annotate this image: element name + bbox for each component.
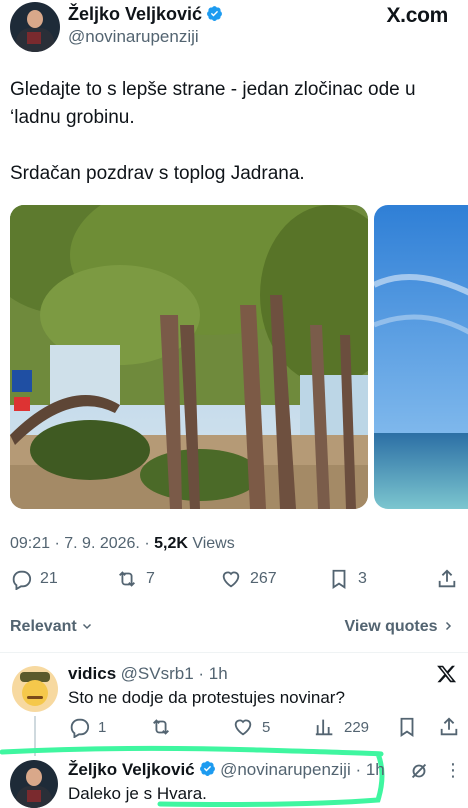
reply-1-like-count: 5: [262, 718, 271, 736]
repost-icon: [119, 571, 135, 587]
reply-1-like-button[interactable]: 5: [232, 716, 270, 738]
like-count: 267: [250, 570, 277, 587]
reply-1-reply-count: 1: [98, 718, 107, 736]
share-button[interactable]: [436, 568, 458, 590]
reply-1-repost-button[interactable]: [150, 716, 172, 738]
sea-image: [374, 205, 468, 509]
tweet-text-line1: Gledajte to s lepše strane - jedan zloči…: [10, 79, 416, 128]
heart-icon: [234, 719, 252, 736]
bookmark-count: 3: [358, 570, 367, 587]
share-icon: [438, 569, 456, 588]
views-count: 5,2K: [154, 535, 188, 552]
grok-icon[interactable]: [408, 760, 430, 787]
bookmark-button[interactable]: 3: [328, 568, 367, 590]
reply-2-text: Daleko je s Hvara.: [68, 784, 207, 803]
verified-badge-icon: [199, 761, 215, 776]
heart-icon: [222, 571, 240, 588]
reply-count: 21: [40, 570, 58, 587]
bookmark-icon: [332, 569, 346, 589]
more-options-icon[interactable]: ⋮: [444, 760, 462, 781]
divider: [0, 652, 468, 653]
tweet-photo-pines[interactable]: [10, 205, 368, 509]
reply-2-name[interactable]: Željko Veljković: [68, 760, 195, 779]
reply-1-reply-button[interactable]: 1: [68, 716, 106, 738]
chevron-right-icon: [445, 621, 452, 631]
share-icon: [440, 717, 458, 736]
tweet-photo-sea[interactable]: [374, 205, 468, 509]
reply-avatar-author[interactable]: [10, 760, 58, 808]
tweet-body: Gledajte to s lepše strane - jedan zloči…: [10, 76, 450, 188]
sort-relevant-dropdown[interactable]: Relevant: [10, 618, 93, 636]
bookmark-icon: [400, 717, 414, 737]
reply-avatar-vidics[interactable]: [12, 666, 58, 712]
verified-badge-icon: [207, 6, 223, 21]
reply-icon: [12, 570, 32, 590]
reply-1-header: vidics @SVsrb1 · 1h: [68, 664, 228, 684]
repost-count: 7: [146, 570, 155, 587]
repost-button[interactable]: 7: [116, 568, 155, 590]
author-avatar[interactable]: [10, 2, 60, 52]
tweet-timestamp[interactable]: 09:21 · 7. 9. 2026. ·: [10, 535, 154, 552]
reply-1-name[interactable]: vidics: [68, 664, 116, 683]
reply-1-views-count: 229: [344, 718, 370, 736]
like-button[interactable]: 267: [220, 568, 277, 590]
reply-button[interactable]: 21: [10, 568, 58, 590]
author-name-row[interactable]: Željko Veljković: [68, 4, 223, 25]
view-quotes-label: View quotes: [344, 618, 438, 635]
reply-2-header: Željko Veljković @novinarupenziji · 1h: [68, 760, 385, 780]
tweet-meta: 09:21 · 7. 9. 2026. · 5,2K Views: [10, 535, 235, 553]
reply-2-handle[interactable]: @novinarupenziji · 1h: [220, 760, 385, 779]
views-chart-icon: [315, 719, 333, 736]
reply-1-bookmark-button[interactable]: [396, 716, 418, 738]
author-name[interactable]: Željko Veljković: [68, 4, 202, 24]
x-brand-logo: X.com: [386, 4, 448, 27]
tweet-text-line2: Srdačan pozdrav s toplog Jadrana.: [10, 163, 305, 184]
sort-relevant-label: Relevant: [10, 618, 77, 635]
repost-icon: [153, 719, 169, 735]
author-handle[interactable]: @novinarupenziji: [68, 27, 199, 47]
view-quotes-link[interactable]: View quotes: [344, 618, 454, 636]
reply-1-handle[interactable]: @SVsrb1 · 1h: [121, 664, 228, 683]
views-label: Views: [187, 535, 235, 552]
reply-1-views-button[interactable]: 229: [314, 716, 369, 738]
pine-forest-image: [10, 205, 368, 509]
x-logo-icon: [436, 663, 458, 690]
reply-1-text: Sto ne dodje da protestujes novinar?: [68, 688, 345, 707]
reply-1-share-button[interactable]: [438, 716, 460, 738]
chevron-down-icon: [83, 623, 92, 630]
thread-connector: [34, 716, 36, 756]
reply-icon: [70, 718, 90, 738]
tweet-action-bar: 21 7 267 3: [0, 568, 468, 598]
